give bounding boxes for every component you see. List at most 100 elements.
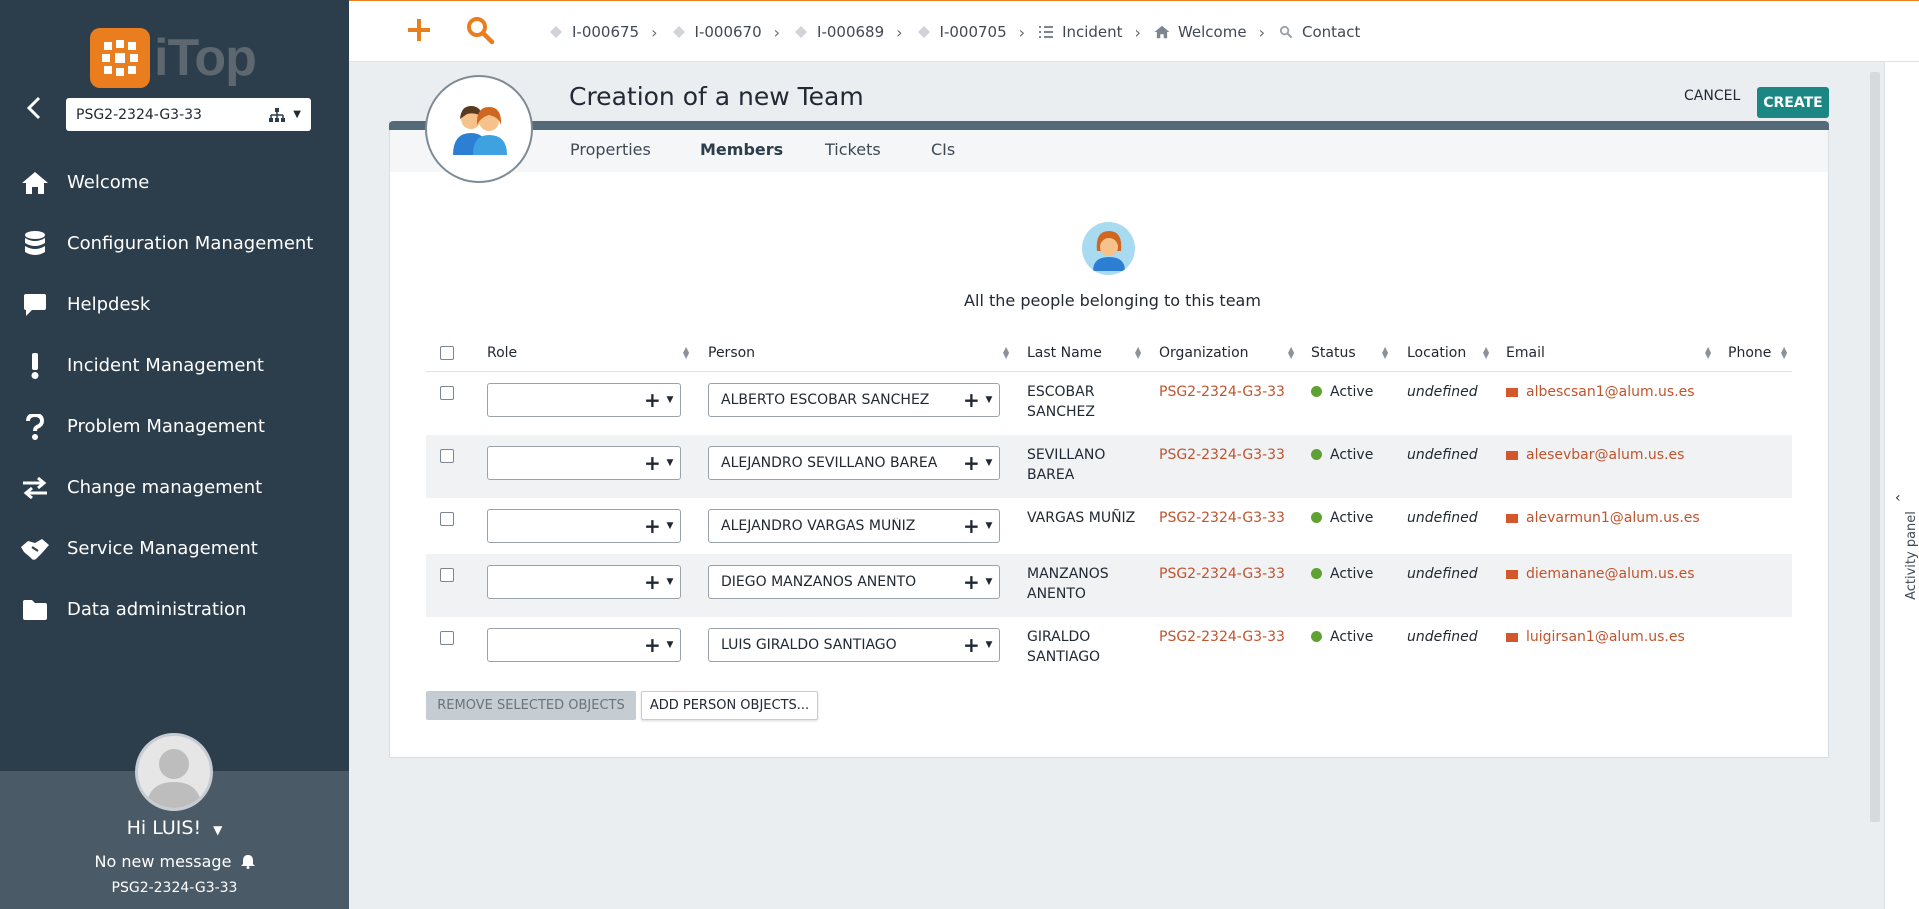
column-header-organization[interactable]: Organization <box>1159 334 1249 372</box>
tab-tickets[interactable]: Tickets <box>825 140 881 159</box>
envelope-icon <box>1506 513 1518 523</box>
add-person-objects-button[interactable]: ADD PERSON OBJECTS... <box>641 691 818 720</box>
row-checkbox[interactable] <box>440 568 454 582</box>
table-row: + ▼ LUIS GIRALDO SANTIAGO + ▼ GIRALDO SANTI… <box>426 617 1792 680</box>
menu-item-problem-management[interactable]: Problem Management <box>0 396 349 457</box>
breadcrumb-item[interactable]: I-000689 <box>792 23 884 41</box>
column-header-email[interactable]: Email <box>1506 334 1545 372</box>
cancel-button[interactable]: CANCEL <box>1684 88 1740 104</box>
organization-select[interactable]: PSG2-2324-G3-33 ▼ <box>66 98 311 131</box>
email-link[interactable]: alevarmun1@alum.us.es <box>1506 508 1700 528</box>
create-button[interactable]: CREATE <box>1757 87 1829 118</box>
sort-icon[interactable]: ▲ ▼ <box>683 346 689 360</box>
activity-panel[interactable]: ‹ Activity panel <box>1884 62 1919 909</box>
remove-selected-objects-button[interactable]: REMOVE SELECTED OBJECTS <box>426 691 636 720</box>
sort-icon[interactable]: ▲ ▼ <box>1382 346 1388 360</box>
column-header-person[interactable]: Person <box>708 334 755 372</box>
person-select[interactable]: ALBERTO ESCOBAR SANCHEZ + ▼ <box>708 383 1000 417</box>
collapse-sidebar-button[interactable] <box>20 94 48 122</box>
table-row: + ▼ ALBERTO ESCOBAR SANCHEZ + ▼ ESCOBAR SAN… <box>426 372 1792 435</box>
role-select[interactable]: + ▼ <box>487 565 681 599</box>
organization-link[interactable]: PSG2-2324-G3-33 <box>1159 627 1285 647</box>
breadcrumb-item[interactable]: Welcome <box>1153 23 1247 41</box>
plus-icon[interactable]: + <box>963 633 980 657</box>
column-header-role[interactable]: Role <box>487 334 517 372</box>
role-select[interactable]: + ▼ <box>487 446 681 480</box>
plus-icon[interactable]: + <box>963 570 980 594</box>
menu-item-helpdesk[interactable]: Helpdesk <box>0 274 349 335</box>
sort-icon[interactable]: ▲ ▼ <box>1288 346 1294 360</box>
menu-item-data-administration[interactable]: Data administration <box>0 579 349 640</box>
person-select[interactable]: DIEGO MANZANOS ANENTO + ▼ <box>708 565 1000 599</box>
row-checkbox[interactable] <box>440 449 454 463</box>
breadcrumb-item[interactable]: Incident <box>1037 23 1123 41</box>
tab-members[interactable]: Members <box>700 140 783 159</box>
role-select[interactable]: + ▼ <box>487 628 681 662</box>
column-header-last-name[interactable]: Last Name <box>1027 334 1102 372</box>
chevron-left-icon[interactable]: ‹ <box>1895 490 1901 506</box>
hierarchy-icon <box>269 107 286 122</box>
organization-select-value: PSG2-2324-G3-33 <box>76 106 202 123</box>
role-select[interactable]: + ▼ <box>487 383 681 417</box>
plus-icon[interactable]: + <box>963 388 980 412</box>
sort-icon[interactable]: ▲ ▼ <box>1705 346 1711 360</box>
sort-icon[interactable]: ▲ ▼ <box>1135 346 1141 360</box>
status-cell: Active <box>1311 508 1373 528</box>
page-title: Creation of a new Team <box>569 82 864 111</box>
organization-link[interactable]: PSG2-2324-G3-33 <box>1159 564 1285 584</box>
plus-icon[interactable]: + <box>644 570 661 594</box>
status-cell: Active <box>1311 564 1373 584</box>
plus-icon[interactable]: + <box>963 451 980 475</box>
menu-item-configuration-management[interactable]: Configuration Management <box>0 213 349 274</box>
sort-icon[interactable]: ▲ ▼ <box>1781 346 1787 360</box>
select-all-checkbox[interactable] <box>440 346 454 360</box>
envelope-icon <box>1506 632 1518 642</box>
row-checkbox[interactable] <box>440 386 454 400</box>
user-organization: PSG2-2324-G3-33 <box>111 880 238 896</box>
menu-item-service-management[interactable]: Service Management <box>0 518 349 579</box>
email-link[interactable]: alesevbar@alum.us.es <box>1506 445 1684 465</box>
scrollbar[interactable] <box>1870 72 1880 822</box>
row-checkbox[interactable] <box>440 631 454 645</box>
email-link[interactable]: luigirsan1@alum.us.es <box>1506 627 1685 647</box>
organization-link[interactable]: PSG2-2324-G3-33 <box>1159 508 1285 528</box>
notifications[interactable]: No new message <box>0 852 349 871</box>
person-select[interactable]: LUIS GIRALDO SANTIAGO + ▼ <box>708 628 1000 662</box>
home-icon <box>20 168 50 198</box>
status-label: Active <box>1330 629 1374 645</box>
status-dot-icon <box>1311 568 1322 579</box>
breadcrumb-item[interactable]: I-000705 <box>915 23 1007 41</box>
plus-icon[interactable]: + <box>963 514 980 538</box>
person-select[interactable]: ALEJANDRO SEVILLANO BAREA + ▼ <box>708 446 1000 480</box>
breadcrumb-item[interactable]: Contact <box>1277 23 1360 41</box>
email-link[interactable]: albescsan1@alum.us.es <box>1506 382 1695 402</box>
column-header-location[interactable]: Location <box>1407 334 1466 372</box>
plus-icon[interactable]: + <box>644 633 661 657</box>
sort-icon[interactable]: ▲ ▼ <box>1483 346 1489 360</box>
tab-cis[interactable]: CIs <box>931 140 955 159</box>
person-select[interactable]: ALEJANDRO VARGAS MUÑIZ + ▼ <box>708 509 1000 543</box>
menu-item-welcome[interactable]: Welcome <box>0 152 349 213</box>
email-link[interactable]: diemanane@alum.us.es <box>1506 564 1695 584</box>
plus-icon[interactable]: + <box>644 388 661 412</box>
row-checkbox[interactable] <box>440 512 454 526</box>
column-header-phone[interactable]: Phone <box>1728 334 1771 372</box>
ticket-icon <box>915 23 933 41</box>
itop-logo[interactable]: iTop <box>90 28 258 88</box>
menu-item-incident-management[interactable]: Incident Management <box>0 335 349 396</box>
tab-properties[interactable]: Properties <box>570 140 651 159</box>
user-greeting-menu[interactable]: Hi LUIS! ▼ <box>0 817 349 839</box>
organization-link[interactable]: PSG2-2324-G3-33 <box>1159 445 1285 465</box>
global-search-button[interactable] <box>465 15 495 45</box>
menu-item-change-management[interactable]: Change management <box>0 457 349 518</box>
sort-icon[interactable]: ▲ ▼ <box>1003 346 1009 360</box>
role-select[interactable]: + ▼ <box>487 509 681 543</box>
column-header-status[interactable]: Status <box>1311 334 1356 372</box>
plus-icon[interactable]: + <box>644 514 661 538</box>
plus-icon[interactable]: + <box>644 451 661 475</box>
breadcrumb-item[interactable]: I-000675 <box>547 23 639 41</box>
organization-link[interactable]: PSG2-2324-G3-33 <box>1159 382 1285 402</box>
avatar[interactable] <box>135 733 213 811</box>
breadcrumb-item[interactable]: I-000670 <box>670 23 762 41</box>
new-object-button[interactable] <box>404 15 434 45</box>
